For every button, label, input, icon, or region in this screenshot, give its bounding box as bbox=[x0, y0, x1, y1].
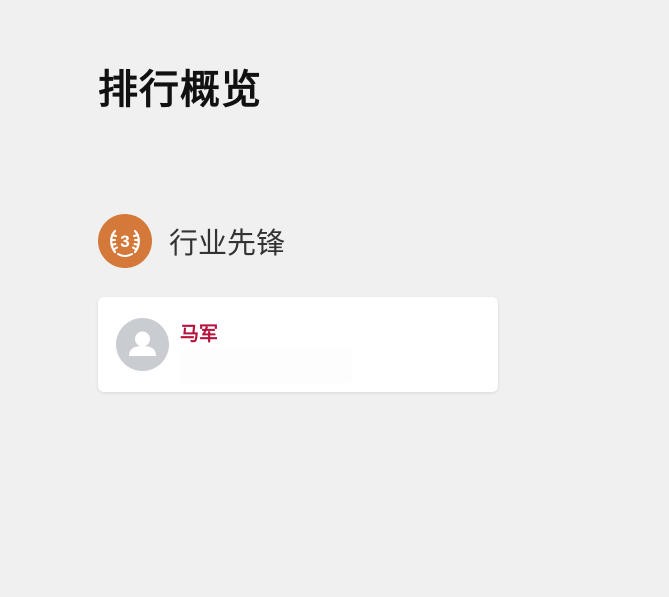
section-title: 行业先锋 bbox=[169, 226, 286, 260]
medal-number: 3 bbox=[120, 232, 129, 251]
default-avatar-icon[interactable] bbox=[116, 318, 169, 371]
person-name[interactable]: 马军 bbox=[180, 319, 218, 346]
leaderboard-overview-page: 排行概览 3 行业先锋 马军 bbox=[0, 0, 669, 597]
person-subtitle bbox=[180, 349, 352, 383]
bronze-medal-3-icon: 3 bbox=[98, 214, 152, 268]
leaderboard-card[interactable]: 马军 bbox=[98, 297, 498, 392]
section-header-industry-pioneer: 3 行业先锋 bbox=[98, 214, 285, 268]
page-title: 排行概览 bbox=[98, 67, 262, 113]
